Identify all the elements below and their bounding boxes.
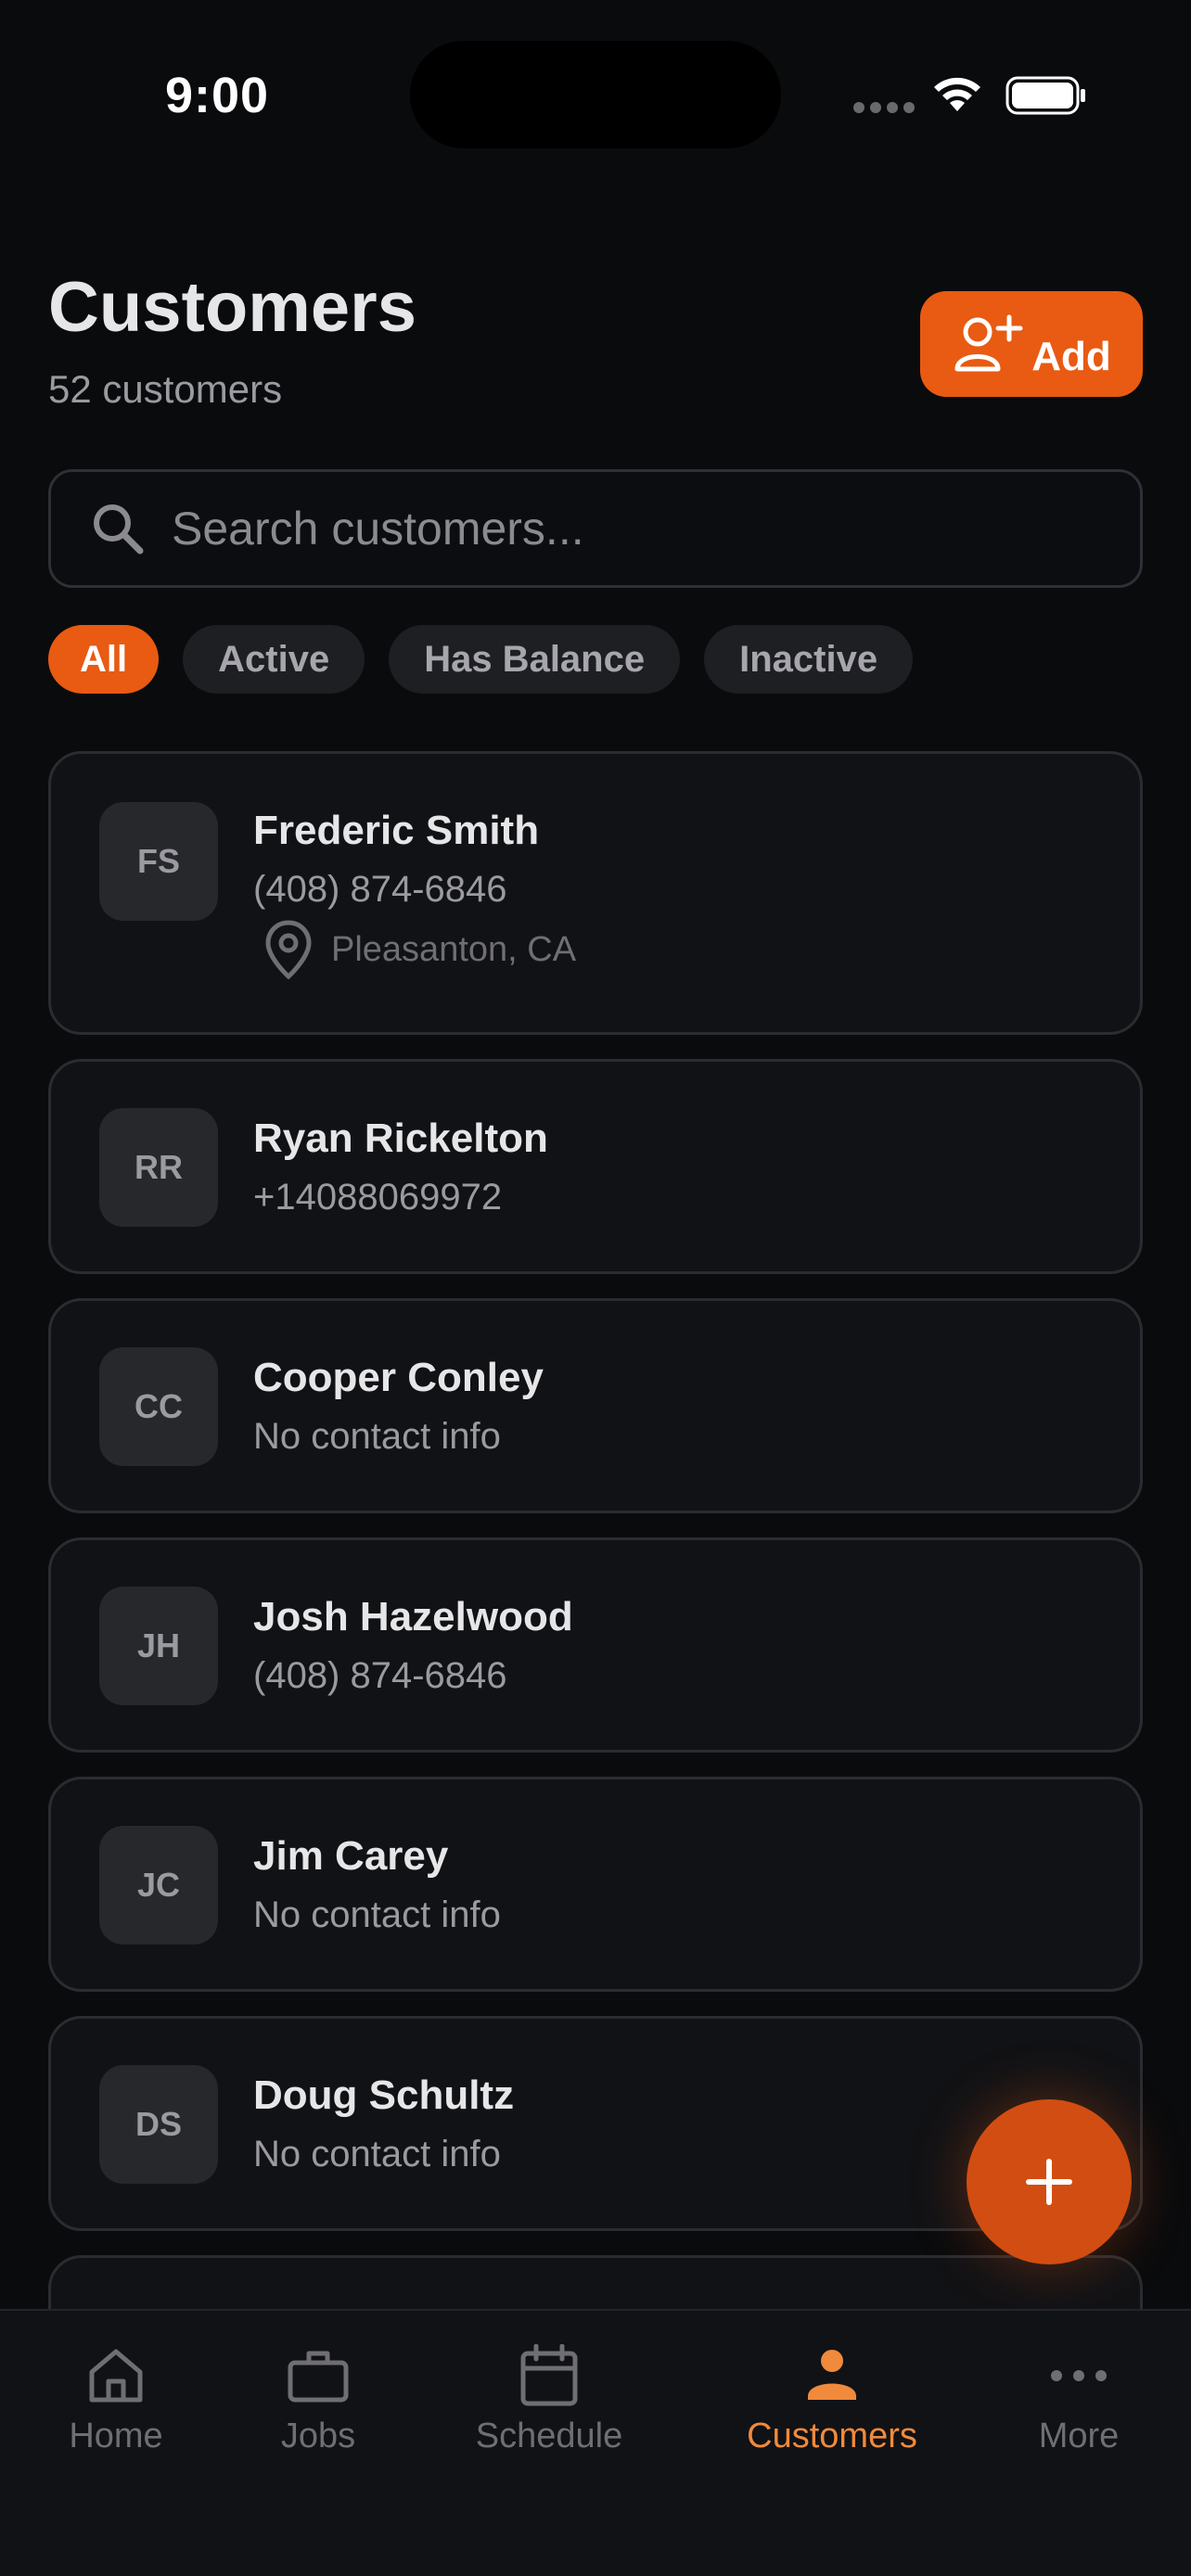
more-icon [1051, 2370, 1107, 2381]
avatar: FS [99, 802, 218, 921]
tab-customers[interactable]: Customers [721, 2344, 943, 2456]
location-pin-icon [265, 920, 312, 980]
customer-contact: +14088069972 [253, 1177, 503, 1218]
customer-contact: (408) 874-6846 [253, 869, 507, 910]
customer-contact: No contact info [253, 1894, 501, 1935]
avatar: DS [99, 2065, 218, 2184]
tab-home[interactable]: Home [5, 2344, 227, 2456]
tab-label: Home [69, 2417, 163, 2455]
calendar-icon [520, 2344, 578, 2406]
status-time: 9:00 [165, 68, 270, 123]
filter-chip-inactive[interactable]: Inactive [704, 625, 914, 694]
tab-jobs[interactable]: Jobs [207, 2344, 429, 2456]
cellular-signal-icon [853, 102, 915, 113]
add-person-icon [954, 314, 1023, 372]
customer-name: Frederic Smith [253, 808, 540, 853]
customer-card[interactable]: FS Frederic Smith (408) 874-6846 Pleasan… [48, 751, 1143, 1035]
new-item-fab[interactable] [967, 2099, 1132, 2264]
home-icon [89, 2349, 143, 2403]
location-text: Pleasanton, CA [331, 929, 577, 969]
customer-card[interactable]: CC Cooper Conley No contact info [48, 1298, 1143, 1513]
avatar: JC [99, 1826, 218, 1945]
filter-chip-active[interactable]: Active [183, 625, 365, 694]
customer-card[interactable]: JH Josh Hazelwood (408) 874-6846 [48, 1537, 1143, 1753]
customer-count: 52 customers [48, 367, 283, 411]
tab-more[interactable]: More [967, 2344, 1190, 2456]
add-customer-button[interactable]: Add [920, 291, 1143, 397]
battery-icon [1005, 76, 1085, 115]
customer-contact: No contact info [253, 2134, 501, 2174]
filter-chips: All Active Has Balance Inactive [48, 625, 914, 694]
status-bar: 9:00 [0, 0, 1191, 185]
filter-chip-has-balance[interactable]: Has Balance [389, 625, 681, 694]
customer-name: Jim Carey [253, 1833, 449, 1879]
customer-contact: (408) 874-6846 [253, 1655, 507, 1696]
customer-name: Doug Schultz [253, 2072, 515, 2118]
customer-contact: No contact info [253, 1416, 501, 1457]
page-title: Customers [48, 268, 416, 347]
briefcase-icon [288, 2351, 349, 2403]
add-button-label: Add [1031, 334, 1111, 379]
customer-name: Ryan Rickelton [253, 1116, 548, 1161]
avatar: JH [99, 1587, 218, 1705]
plus-icon [1026, 2159, 1072, 2205]
tab-label: More [1038, 2417, 1120, 2455]
avatar: RR [99, 1108, 218, 1227]
person-icon [808, 2350, 856, 2400]
avatar: CC [99, 1347, 218, 1466]
filter-chip-all[interactable]: All [48, 625, 160, 694]
search-icon [94, 504, 144, 555]
customer-card[interactable]: JC Jim Carey No contact info [48, 1777, 1143, 1992]
wifi-icon [934, 77, 980, 111]
tab-schedule[interactable]: Schedule [438, 2344, 660, 2456]
tab-label: Customers [747, 2417, 917, 2455]
search-input[interactable] [172, 502, 1099, 555]
customer-name: Cooper Conley [253, 1355, 544, 1400]
tab-bar: Home Jobs Schedule Customers More [0, 2309, 1191, 2576]
customer-location: Pleasanton, CA [264, 919, 576, 980]
tab-label: Jobs [280, 2417, 356, 2455]
customer-name: Josh Hazelwood [253, 1594, 573, 1639]
dynamic-island [410, 41, 781, 148]
customer-card[interactable]: RR Ryan Rickelton +14088069972 [48, 1059, 1143, 1274]
search-field[interactable] [48, 469, 1143, 588]
tab-label: Schedule [475, 2417, 623, 2455]
